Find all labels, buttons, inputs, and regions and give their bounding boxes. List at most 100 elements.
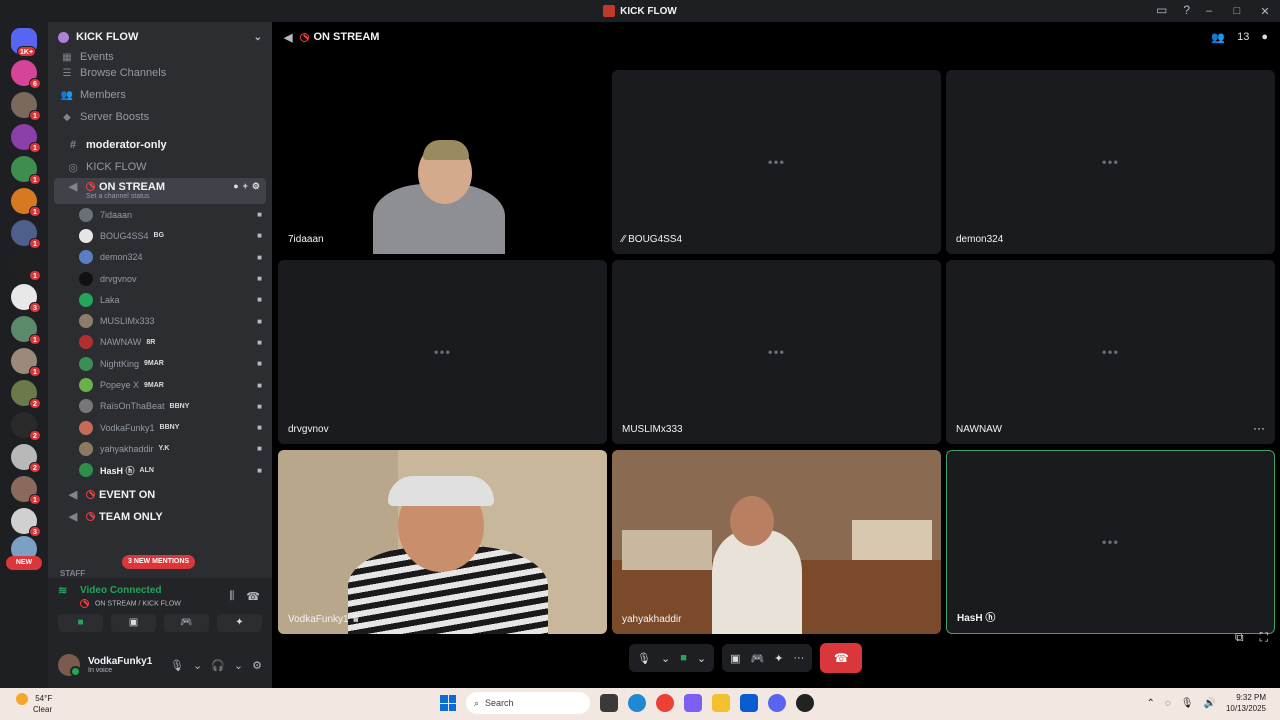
voice-user[interactable]: Laka ■: [48, 289, 272, 310]
video-tile[interactable]: ●●● NAWNAW ···: [946, 260, 1275, 444]
gear-icon[interactable]: ⚙: [252, 659, 262, 672]
store-icon[interactable]: [740, 694, 758, 712]
activity-button[interactable]: 🎮: [164, 614, 209, 632]
voice-user[interactable]: BOUG4SS4 BG ■: [48, 225, 272, 246]
network-icon[interactable]: ◌: [1165, 698, 1171, 709]
video-tile[interactable]: 7idaaan: [278, 70, 607, 254]
server-icon[interactable]: 1: [11, 220, 41, 249]
video-tile[interactable]: ●●● demon324: [946, 70, 1275, 254]
more-options-icon[interactable]: ···: [793, 652, 804, 664]
voice-user[interactable]: Popeye X 9MAR ■: [48, 374, 272, 395]
channel-moderator-only[interactable]: # moderator-only: [54, 134, 266, 156]
chat-icon[interactable]: ●: [233, 181, 238, 192]
invite-icon[interactable]: +: [243, 181, 248, 192]
chrome-icon[interactable]: [656, 694, 674, 712]
new-unreads-pill[interactable]: NEW: [6, 556, 42, 570]
screen-share-icon[interactable]: ▣: [730, 652, 740, 665]
chat-icon[interactable]: ●: [1261, 31, 1268, 43]
video-tile[interactable]: ●●● drvgvnov: [278, 260, 607, 444]
voice-user[interactable]: demon324 ■: [48, 247, 272, 268]
camera-icon[interactable]: ■: [680, 652, 687, 664]
video-tile[interactable]: yahyakhaddir: [612, 450, 941, 634]
soundboard-icon[interactable]: ✦: [774, 652, 783, 665]
taskbar-search[interactable]: ⌕ Search: [466, 692, 590, 714]
help-icon[interactable]: ?: [1183, 3, 1190, 17]
channel-team-only[interactable]: ◀ TEAM ONLY: [54, 506, 266, 528]
voice-user[interactable]: VodkaFunky1 BBNY ■: [48, 417, 272, 438]
channel-on-stream[interactable]: ◀ ON STREAM ● + ⚙ Set a channel status: [54, 178, 266, 204]
server-icon[interactable]: 3: [11, 508, 41, 537]
channel-status[interactable]: Set a channel status: [66, 193, 266, 202]
fullscreen-icon[interactable]: ⛶: [1260, 630, 1268, 645]
video-tile[interactable]: ●●● MUSLIMx333: [612, 260, 941, 444]
screen-share-button[interactable]: ▣: [111, 614, 156, 632]
discord-icon[interactable]: [768, 694, 786, 712]
copilot-icon[interactable]: [684, 694, 702, 712]
activity-icon[interactable]: 🎮: [750, 652, 764, 665]
gear-icon[interactable]: ⚙: [252, 181, 260, 192]
voice-user[interactable]: drvgvnov ■: [48, 268, 272, 289]
connection-status[interactable]: Video Connected: [80, 585, 162, 596]
edge-icon[interactable]: [628, 694, 646, 712]
nav-events[interactable]: ▦ Events: [48, 52, 272, 62]
volume-icon[interactable]: 🔊: [1204, 698, 1216, 709]
nav-members[interactable]: 👥 Members: [48, 84, 272, 106]
server-icon[interactable]: 2: [11, 380, 41, 409]
start-button[interactable]: [440, 695, 456, 711]
noise-suppression-icon[interactable]: ⫼: [229, 590, 234, 603]
inbox-icon[interactable]: ▭: [1156, 3, 1167, 17]
voice-user[interactable]: NightKing 9MAR ■: [48, 353, 272, 374]
more-options-icon[interactable]: ···: [1253, 421, 1265, 435]
clock[interactable]: 9:32 PM 10/13/2025: [1226, 692, 1266, 714]
server-icon[interactable]: 2: [11, 412, 41, 441]
voice-user[interactable]: MUSLIMx333 ■: [48, 310, 272, 331]
camera-button[interactable]: ■: [58, 614, 103, 632]
soundboard-button[interactable]: ✦: [217, 614, 262, 632]
voice-user[interactable]: yahyakhaddir Y.K ■: [48, 438, 272, 459]
chevron-down-icon[interactable]: ⌄: [697, 652, 706, 665]
server-icon[interactable]: 1: [11, 252, 41, 281]
server-icon[interactable]: 3: [11, 284, 41, 313]
channel-kick-flow[interactable]: ◎ KICK FLOW: [54, 156, 266, 178]
server-icon[interactable]: 1: [11, 316, 41, 345]
headphones-icon[interactable]: 🎧: [211, 659, 225, 672]
server-icon[interactable]: 1: [11, 156, 41, 185]
microphone-icon[interactable]: 🎙: [1181, 698, 1194, 709]
app-icon[interactable]: [796, 694, 814, 712]
disconnect-button[interactable]: ☎: [820, 643, 863, 673]
guild-header[interactable]: KICK FLOW ⌄: [48, 22, 272, 52]
maximize-button[interactable]: □: [1230, 5, 1244, 17]
pop-out-icon[interactable]: ⧉: [1235, 630, 1244, 645]
chevron-down-icon[interactable]: ⌄: [193, 659, 202, 672]
video-tile[interactable]: ●●● HasH ⓗ: [946, 450, 1275, 634]
server-icon[interactable]: 1: [11, 188, 41, 217]
avatar[interactable]: [58, 654, 81, 677]
weather-widget[interactable]: 54°F Clear: [16, 693, 52, 715]
video-tile[interactable]: ●●● ⁄⁄ BOUG4SS4: [612, 70, 941, 254]
category-staff[interactable]: STAFF: [60, 569, 85, 578]
voice-user[interactable]: HasH ⓗ ALN ■: [48, 460, 272, 481]
close-button[interactable]: ✕: [1258, 5, 1272, 18]
server-icon[interactable]: 1: [11, 124, 41, 153]
task-view-icon[interactable]: [600, 694, 618, 712]
new-mentions-pill[interactable]: 3 NEW MENTIONS: [122, 555, 196, 569]
microphone-icon[interactable]: 🎙: [170, 659, 184, 672]
disconnect-icon[interactable]: ☎: [246, 590, 260, 603]
chevron-up-icon[interactable]: ⌃: [1146, 698, 1154, 709]
direct-messages-button[interactable]: 1K+: [11, 28, 37, 57]
server-icon[interactable]: 1: [11, 92, 41, 121]
nav-server-boosts[interactable]: ◆ Server Boosts: [48, 106, 272, 128]
voice-user[interactable]: NAWNAW 8R ■: [48, 332, 272, 353]
server-icon[interactable]: 1: [11, 348, 41, 377]
server-icon[interactable]: 6: [11, 60, 41, 89]
nav-browse-channels[interactable]: ☰ Browse Channels: [48, 62, 272, 84]
microphone-icon[interactable]: 🎙: [637, 652, 651, 665]
chevron-down-icon[interactable]: ⌄: [661, 652, 670, 665]
channel-event-on[interactable]: ◀ EVENT ON: [54, 484, 266, 506]
chevron-down-icon[interactable]: ⌄: [234, 659, 243, 672]
members-icon[interactable]: 👥: [1211, 31, 1225, 44]
server-icon[interactable]: 1: [11, 476, 41, 505]
voice-user[interactable]: 7idaaan ■: [48, 204, 272, 225]
voice-user[interactable]: RaïsOnThaBeat BBNY ■: [48, 396, 272, 417]
server-icon[interactable]: 2: [11, 444, 41, 473]
